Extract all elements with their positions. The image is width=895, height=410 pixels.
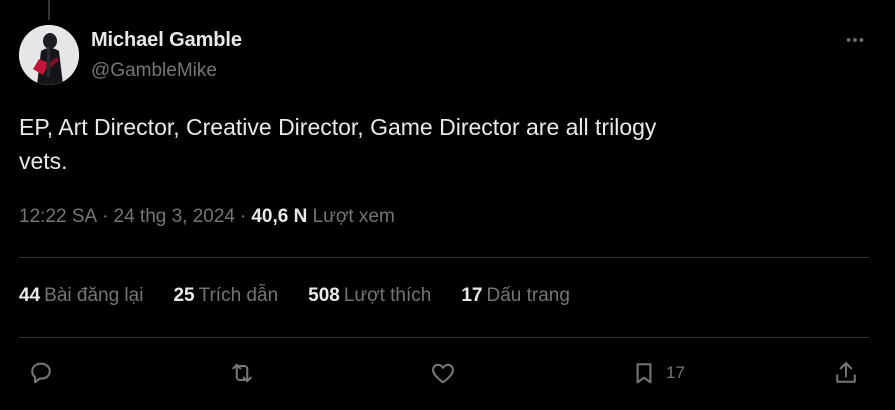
stat-likes[interactable]: 508 Lượt thích <box>308 285 431 307</box>
more-options-button[interactable] <box>840 28 870 52</box>
share-button[interactable] <box>832 356 860 390</box>
bookmark-icon <box>636 363 652 384</box>
bookmark-button[interactable]: 17 <box>630 356 685 390</box>
stat-bookmarks[interactable]: 17 Dấu trang <box>461 285 570 307</box>
share-icon <box>836 362 856 383</box>
stat-count: 508 <box>308 285 340 306</box>
heart-icon <box>432 363 454 384</box>
stat-quotes[interactable]: 25 Trích dẫn <box>173 285 278 307</box>
user-handle[interactable]: @GambleMike <box>91 60 217 82</box>
avatar-image <box>19 25 79 85</box>
display-name[interactable]: Michael Gamble <box>91 29 242 52</box>
more-horizontal-icon <box>846 38 864 42</box>
stat-reposts[interactable]: 44 Bài đăng lại <box>19 285 143 307</box>
bookmark-count: 17 <box>666 363 685 382</box>
stat-count: 44 <box>19 285 41 306</box>
meta-separator: · <box>102 206 109 227</box>
stat-count: 25 <box>173 285 195 306</box>
stat-label: Dấu trang <box>486 285 570 306</box>
stat-count: 17 <box>461 285 483 306</box>
repost-button[interactable] <box>228 356 256 390</box>
stat-label: Trích dẫn <box>198 285 279 306</box>
repost-icon <box>232 363 252 383</box>
tweet-time[interactable]: 12:22 SA <box>19 206 97 227</box>
views-count[interactable]: 40,6 N <box>251 206 307 227</box>
thread-line <box>48 0 50 20</box>
views-label: Lượt xem <box>312 206 395 227</box>
tweet-text: EP, Art Director, Creative Director, Gam… <box>19 114 657 174</box>
divider <box>19 337 869 338</box>
stat-label: Lượt thích <box>343 285 432 306</box>
tweet-meta: 12:22 SA · 24 thg 3, 2024 · 40,6 N Lượt xem <box>19 206 395 228</box>
reply-bubble-icon <box>31 362 51 384</box>
reply-button[interactable] <box>27 356 55 390</box>
tweet-date[interactable]: 24 thg 3, 2024 <box>114 206 236 227</box>
stat-label: Bài đăng lại <box>44 285 144 306</box>
avatar[interactable] <box>19 25 79 85</box>
engagement-stats: 44 Bài đăng lại 25 Trích dẫn 508 Lượt thích… <box>19 285 600 307</box>
like-button[interactable] <box>429 356 457 390</box>
meta-separator: · <box>240 206 247 227</box>
divider <box>19 257 869 258</box>
